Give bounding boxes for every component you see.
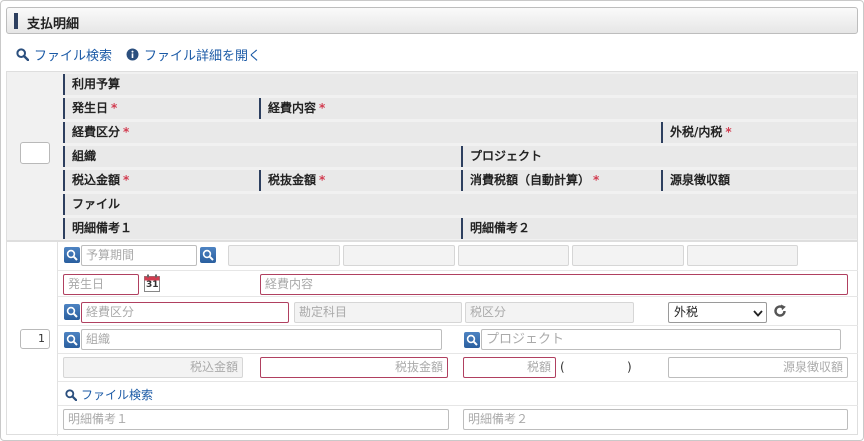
tax-type-value: 外税: [674, 305, 699, 319]
refresh-icon[interactable]: [773, 304, 787, 321]
row-file-search-label: ファイル検索: [81, 388, 154, 402]
header-expense-content: 経費内容 *: [259, 98, 857, 119]
header-row-budget: 利用予算: [63, 74, 857, 95]
header-file: ファイル: [63, 194, 857, 215]
column-header-block: 利用予算 発生日 * 経費内容 * 経費区分 * 外税/内税 * 組織 プロジェクト 税…: [6, 71, 858, 241]
tax-paren-open: (: [560, 360, 565, 374]
search-icon: [66, 334, 78, 346]
header-row-remarks: 明細備考１ 明細備考２: [63, 218, 857, 239]
header-row-date: 発生日 * 経費内容 *: [63, 98, 857, 119]
search-icon: [65, 388, 77, 401]
budget-search-button-2[interactable]: [200, 247, 216, 263]
header-remark1: 明細備考１: [63, 218, 461, 239]
select-all-checkbox[interactable]: [20, 142, 50, 164]
budget-search-button[interactable]: [64, 247, 80, 263]
search-icon: [66, 249, 78, 261]
budget-period-input[interactable]: 予算期間: [81, 245, 197, 266]
budget-field-4: [572, 245, 684, 266]
file-details-link[interactable]: ファイル詳細を開く: [126, 45, 261, 64]
chevron-down-icon: [753, 310, 763, 317]
date-input[interactable]: 発生日: [63, 274, 139, 295]
file-search-label: ファイル検索: [34, 48, 113, 64]
account-item-input: 勘定科目: [294, 302, 462, 323]
tax-amount-input[interactable]: 税額: [463, 357, 556, 378]
info-icon: [126, 48, 139, 60]
header-tax-type: 外税/内税 *: [661, 122, 857, 143]
expense-category-input[interactable]: 経費区分: [81, 302, 289, 323]
row-number-checkbox[interactable]: 1: [20, 329, 50, 349]
header-amount-incl: 税込金額 *: [63, 170, 259, 191]
amount-excl-tax-input[interactable]: 税抜金額: [260, 357, 448, 378]
project-input[interactable]: プロジェクト: [481, 329, 841, 350]
tax-type-select[interactable]: 外税: [668, 302, 767, 323]
header-budget: 利用予算: [63, 74, 857, 95]
file-details-label: ファイル詳細を開く: [144, 48, 262, 64]
budget-field-2: [343, 245, 455, 266]
section-title: 支払明細: [27, 17, 80, 32]
header-row-category: 経費区分 * 外税/内税 *: [63, 122, 857, 143]
category-search-button[interactable]: [64, 304, 80, 320]
detail-row: 1 予算期間 発生日 31 経費内容 経費区分 勘定科目 税区分 外税 組織 プ…: [6, 241, 858, 436]
search-icon: [202, 249, 214, 261]
header-date: 発生日 *: [63, 98, 259, 119]
withholding-input[interactable]: 源泉徴収額: [668, 357, 848, 378]
search-icon: [466, 334, 478, 346]
section-accent-bar: [14, 13, 18, 29]
search-icon: [66, 306, 78, 318]
header-row-org: 組織 プロジェクト: [63, 146, 857, 167]
budget-field-1: [228, 245, 340, 266]
row-file-search-link[interactable]: ファイル検索: [65, 386, 153, 403]
budget-field-5: [687, 245, 798, 266]
section-header: 支払明細: [6, 7, 858, 34]
tax-category-input: 税区分: [465, 302, 634, 323]
search-icon: [16, 47, 29, 61]
calendar-day: 31: [146, 280, 159, 290]
organization-search-button[interactable]: [64, 332, 80, 348]
remark1-input[interactable]: 明細備考１: [63, 409, 449, 430]
budget-field-3: [458, 245, 569, 266]
organization-input[interactable]: 組織: [81, 329, 442, 350]
tax-paren-close: ): [627, 360, 632, 374]
remark2-input[interactable]: 明細備考２: [463, 409, 848, 430]
header-project: プロジェクト: [461, 146, 857, 167]
header-organization: 組織: [63, 146, 461, 167]
project-search-button[interactable]: [464, 332, 480, 348]
payment-details-panel: 支払明細 ファイル検索 ファイル詳細を開く 利用予算 発生日 * 経費内容 * 経費…: [0, 0, 864, 441]
header-consumption-tax: 消費税額（自動計算） *: [461, 170, 661, 191]
header-amount-excl: 税抜金額 *: [259, 170, 461, 191]
header-withholding: 源泉徴収額: [661, 170, 857, 191]
amount-incl-tax-input: 税込金額: [63, 357, 243, 378]
row-file-line: [58, 382, 858, 406]
header-row-amounts: 税込金額 * 税抜金額 * 消費税額（自動計算） * 源泉徴収額: [63, 170, 857, 191]
expense-content-input[interactable]: 経費内容: [260, 274, 848, 295]
header-row-file: ファイル: [63, 194, 857, 215]
toolbar: ファイル検索 ファイル詳細を開く: [16, 45, 275, 64]
header-remark2: 明細備考２: [461, 218, 857, 239]
calendar-icon[interactable]: 31: [144, 274, 160, 292]
header-expense-category: 経費区分 *: [63, 122, 661, 143]
file-search-link[interactable]: ファイル検索: [16, 45, 112, 64]
